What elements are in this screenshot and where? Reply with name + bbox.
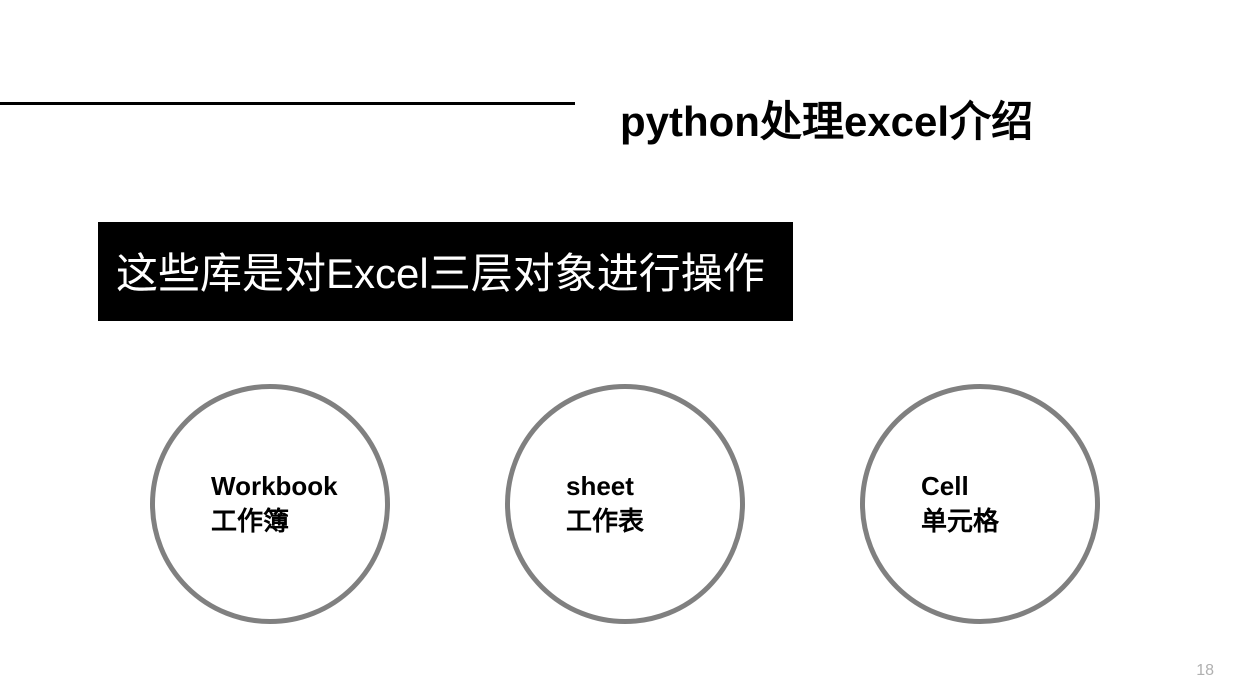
page-number: 18: [1196, 662, 1214, 680]
page-title: python处理excel介绍: [620, 88, 1033, 149]
circle-sheet: sheet 工作表: [505, 384, 745, 624]
circle-cell: Cell 单元格: [860, 384, 1100, 624]
circles-container: Workbook 工作簿 sheet 工作表 Cell 单元格: [150, 384, 1100, 624]
circle-label-zh: 工作簿: [211, 504, 289, 539]
circle-label-en: sheet: [566, 469, 634, 504]
circle-label-zh: 单元格: [921, 504, 999, 539]
header-divider-line: [0, 102, 575, 105]
circle-label-en: Workbook: [211, 469, 338, 504]
circle-workbook: Workbook 工作簿: [150, 384, 390, 624]
subtitle-box: 这些库是对Excel三层对象进行操作: [98, 222, 793, 321]
circle-label-zh: 工作表: [566, 504, 644, 539]
circle-label-en: Cell: [921, 469, 969, 504]
